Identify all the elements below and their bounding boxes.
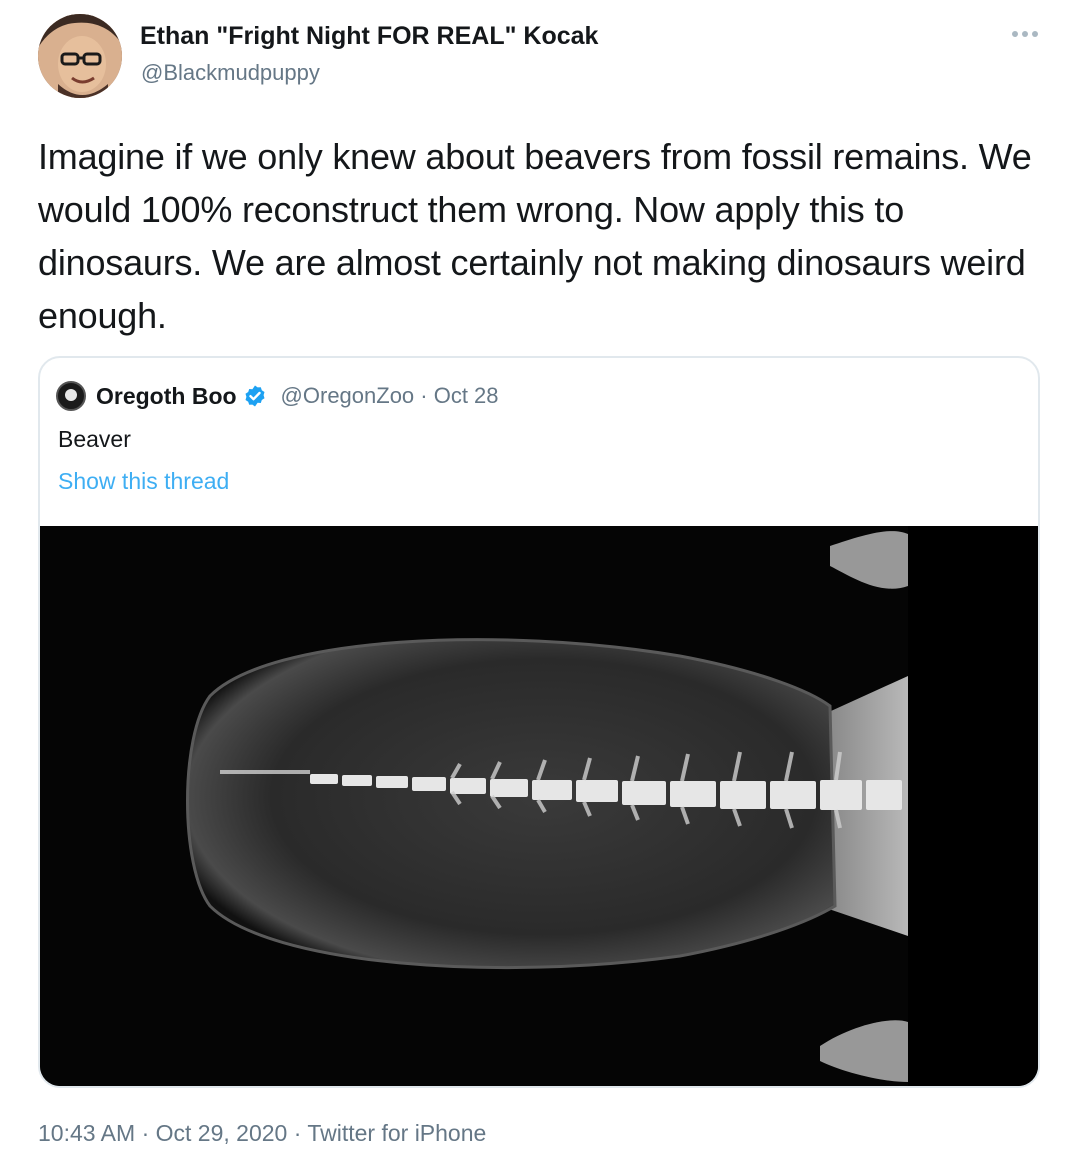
author-handle[interactable]: @Blackmudpuppy [141,60,320,86]
more-dot [1012,31,1018,37]
more-dot [1022,31,1028,37]
quoted-tweet-image[interactable] [40,526,1038,1086]
author-avatar[interactable] [38,14,122,98]
tweet-timestamp-source[interactable]: 10:43 AM · Oct 29, 2020 · Twitter for iP… [38,1120,486,1147]
x-ray-beaver-tail-icon [40,526,1038,1086]
quoted-tweet-header: Oregoth Boo @OregonZoo · Oct 28 [56,378,499,414]
quoted-author-avatar[interactable] [56,381,86,411]
quoted-tweet[interactable]: Oregoth Boo @OregonZoo · Oct 28 Beaver S… [38,356,1040,1088]
more-dot [1032,31,1038,37]
more-dots-icon[interactable] [1012,30,1038,38]
show-thread-link[interactable]: Show this thread [58,468,229,495]
quoted-tweet-text: Beaver [58,426,131,452]
quoted-tweet-meta[interactable]: @OregonZoo · Oct 28 [281,383,499,409]
author-display-name[interactable]: Ethan "Fright Night FOR REAL" Kocak [140,22,598,51]
tweet-card: Ethan "Fright Night FOR REAL" Kocak @Bla… [0,0,1080,1176]
quoted-author-name[interactable]: Oregoth Boo [96,383,237,410]
tweet-text: Imagine if we only knew about beavers fr… [38,136,1032,336]
verified-badge-icon [243,384,267,408]
